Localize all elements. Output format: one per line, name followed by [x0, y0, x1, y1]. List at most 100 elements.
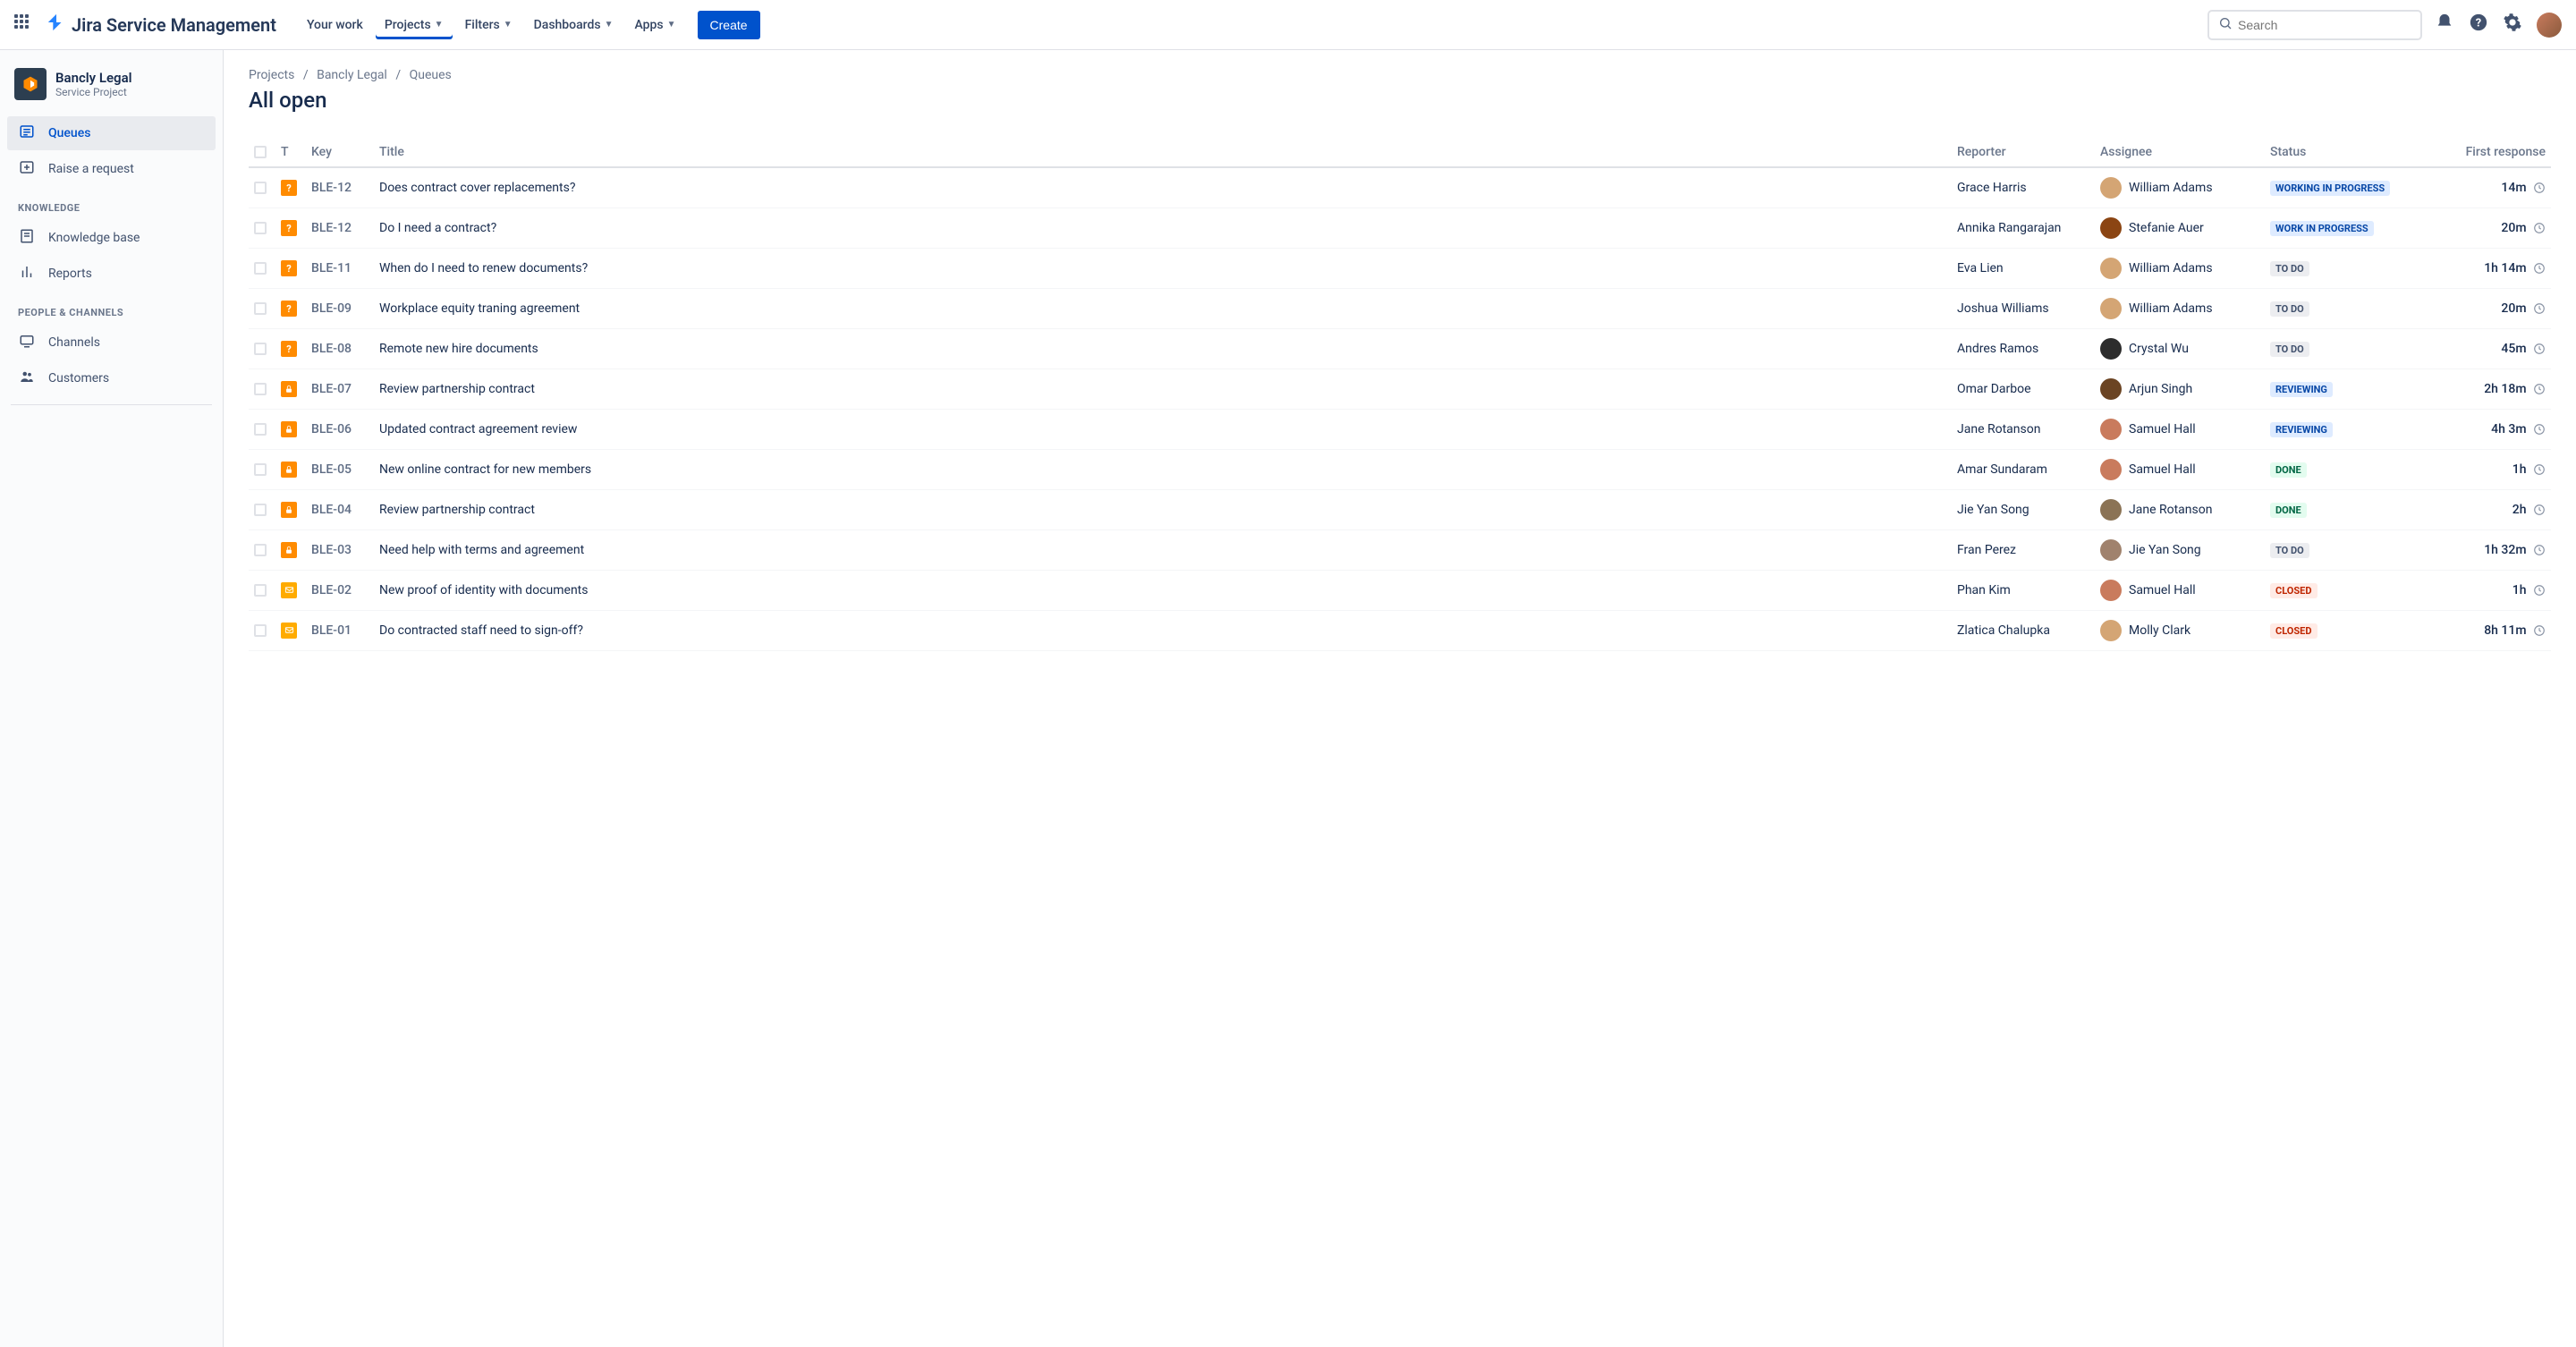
profile-avatar[interactable] [2537, 13, 2562, 38]
assignee-cell[interactable]: Arjun Singh [2100, 378, 2259, 400]
row-checkbox[interactable] [254, 504, 267, 516]
issue-key[interactable]: BLE-11 [306, 249, 374, 289]
issue-title[interactable]: Remote new hire documents [374, 329, 1952, 369]
status-badge[interactable]: DONE [2270, 462, 2307, 478]
issue-key[interactable]: BLE-12 [306, 167, 374, 208]
breadcrumb: Projects / Bancly Legal / Queues [249, 68, 2551, 82]
assignee-cell[interactable]: Jane Rotanson [2100, 499, 2259, 521]
breadcrumb-projects[interactable]: Projects [249, 68, 294, 82]
issue-key[interactable]: BLE-07 [306, 369, 374, 410]
nav-dashboards[interactable]: Dashboards▼ [525, 11, 623, 39]
sidebar-item-raise-request[interactable]: Raise a request [7, 152, 216, 186]
row-checkbox[interactable] [254, 423, 267, 436]
column-title[interactable]: Title [374, 138, 1952, 167]
issue-title[interactable]: When do I need to renew documents? [374, 249, 1952, 289]
column-type[interactable]: T [275, 138, 306, 167]
issue-key[interactable]: BLE-12 [306, 208, 374, 249]
assignee-name: Samuel Hall [2129, 583, 2196, 597]
top-navigation: Jira Service Management Your work Projec… [0, 0, 2576, 50]
column-key[interactable]: Key [306, 138, 374, 167]
issue-title[interactable]: Do I need a contract? [374, 208, 1952, 249]
column-reporter[interactable]: Reporter [1952, 138, 2095, 167]
issue-key[interactable]: BLE-01 [306, 611, 374, 651]
column-status[interactable]: Status [2265, 138, 2435, 167]
assignee-cell[interactable]: William Adams [2100, 177, 2259, 199]
select-all-checkbox[interactable] [254, 146, 267, 158]
row-checkbox[interactable] [254, 624, 267, 637]
row-checkbox[interactable] [254, 343, 267, 355]
settings-icon[interactable] [2503, 13, 2522, 37]
nav-filters[interactable]: Filters▼ [456, 11, 521, 39]
issue-title[interactable]: Updated contract agreement review [374, 410, 1952, 450]
status-badge[interactable]: WORK IN PROGRESS [2270, 221, 2374, 236]
issue-key[interactable]: BLE-05 [306, 450, 374, 490]
row-checkbox[interactable] [254, 222, 267, 234]
row-checkbox[interactable] [254, 302, 267, 315]
search-box[interactable] [2207, 10, 2422, 40]
sidebar-item-customers[interactable]: Customers [7, 361, 216, 395]
sidebar-item-label: Raise a request [48, 162, 134, 176]
row-checkbox[interactable] [254, 262, 267, 275]
issue-title[interactable]: Does contract cover replacements? [374, 167, 1952, 208]
sidebar-item-knowledge-base[interactable]: Knowledge base [7, 221, 216, 255]
issue-key[interactable]: BLE-06 [306, 410, 374, 450]
row-checkbox[interactable] [254, 182, 267, 194]
status-badge[interactable]: TO DO [2270, 543, 2309, 558]
clock-icon [2533, 261, 2546, 275]
assignee-cell[interactable]: Molly Clark [2100, 620, 2259, 641]
sidebar-item-channels[interactable]: Channels [7, 326, 216, 360]
status-badge[interactable]: REVIEWING [2270, 382, 2333, 397]
sidebar-item-queues[interactable]: Queues [7, 116, 216, 150]
create-button[interactable]: Create [698, 11, 760, 39]
status-badge[interactable]: WORKING IN PROGRESS [2270, 181, 2390, 196]
issue-key[interactable]: BLE-08 [306, 329, 374, 369]
row-checkbox[interactable] [254, 463, 267, 476]
sidebar-item-reports[interactable]: Reports [7, 257, 216, 291]
nav-projects[interactable]: Projects▼ [376, 11, 453, 39]
status-badge[interactable]: TO DO [2270, 342, 2309, 357]
app-switcher-icon[interactable] [14, 14, 36, 36]
help-icon[interactable]: ? [2469, 13, 2488, 37]
assignee-cell[interactable]: William Adams [2100, 258, 2259, 279]
notifications-icon[interactable] [2435, 13, 2454, 37]
nav-your-work[interactable]: Your work [298, 11, 372, 39]
status-badge[interactable]: DONE [2270, 503, 2307, 518]
column-assignee[interactable]: Assignee [2095, 138, 2265, 167]
issue-title[interactable]: New online contract for new members [374, 450, 1952, 490]
nav-apps[interactable]: Apps▼ [626, 11, 685, 39]
assignee-cell[interactable]: Samuel Hall [2100, 580, 2259, 601]
project-header[interactable]: Bancly Legal Service Project [7, 64, 216, 114]
search-input[interactable] [2238, 18, 2411, 32]
issue-title[interactable]: Review partnership contract [374, 369, 1952, 410]
row-checkbox[interactable] [254, 383, 267, 395]
row-checkbox[interactable] [254, 584, 267, 597]
assignee-cell[interactable]: Jie Yan Song [2100, 539, 2259, 561]
assignee-cell[interactable]: William Adams [2100, 298, 2259, 319]
issue-title[interactable]: Do contracted staff need to sign-off? [374, 611, 1952, 651]
issue-key[interactable]: BLE-04 [306, 490, 374, 530]
column-first-response[interactable]: First response [2435, 138, 2551, 167]
issue-title[interactable]: Workplace equity traning agreement [374, 289, 1952, 329]
assignee-cell[interactable]: Stefanie Auer [2100, 217, 2259, 239]
issue-key[interactable]: BLE-09 [306, 289, 374, 329]
issue-title[interactable]: Need help with terms and agreement [374, 530, 1952, 571]
assignee-cell[interactable]: Samuel Hall [2100, 419, 2259, 440]
status-badge[interactable]: TO DO [2270, 301, 2309, 317]
status-badge[interactable]: CLOSED [2270, 583, 2318, 598]
reporter-name: Amar Sundaram [1952, 450, 2095, 490]
product-logo[interactable]: Jira Service Management [47, 13, 276, 38]
first-response-value: 20m [2435, 208, 2551, 249]
breadcrumb-current[interactable]: Queues [410, 68, 452, 82]
issue-title[interactable]: New proof of identity with documents [374, 571, 1952, 611]
assignee-cell[interactable]: Samuel Hall [2100, 459, 2259, 480]
issue-key[interactable]: BLE-02 [306, 571, 374, 611]
status-badge[interactable]: TO DO [2270, 261, 2309, 276]
status-badge[interactable]: REVIEWING [2270, 422, 2333, 437]
breadcrumb-project[interactable]: Bancly Legal [317, 68, 387, 82]
row-checkbox[interactable] [254, 544, 267, 556]
issue-title[interactable]: Review partnership contract [374, 490, 1952, 530]
issue-key[interactable]: BLE-03 [306, 530, 374, 571]
assignee-avatar [2100, 580, 2122, 601]
assignee-cell[interactable]: Crystal Wu [2100, 338, 2259, 360]
status-badge[interactable]: CLOSED [2270, 623, 2318, 639]
